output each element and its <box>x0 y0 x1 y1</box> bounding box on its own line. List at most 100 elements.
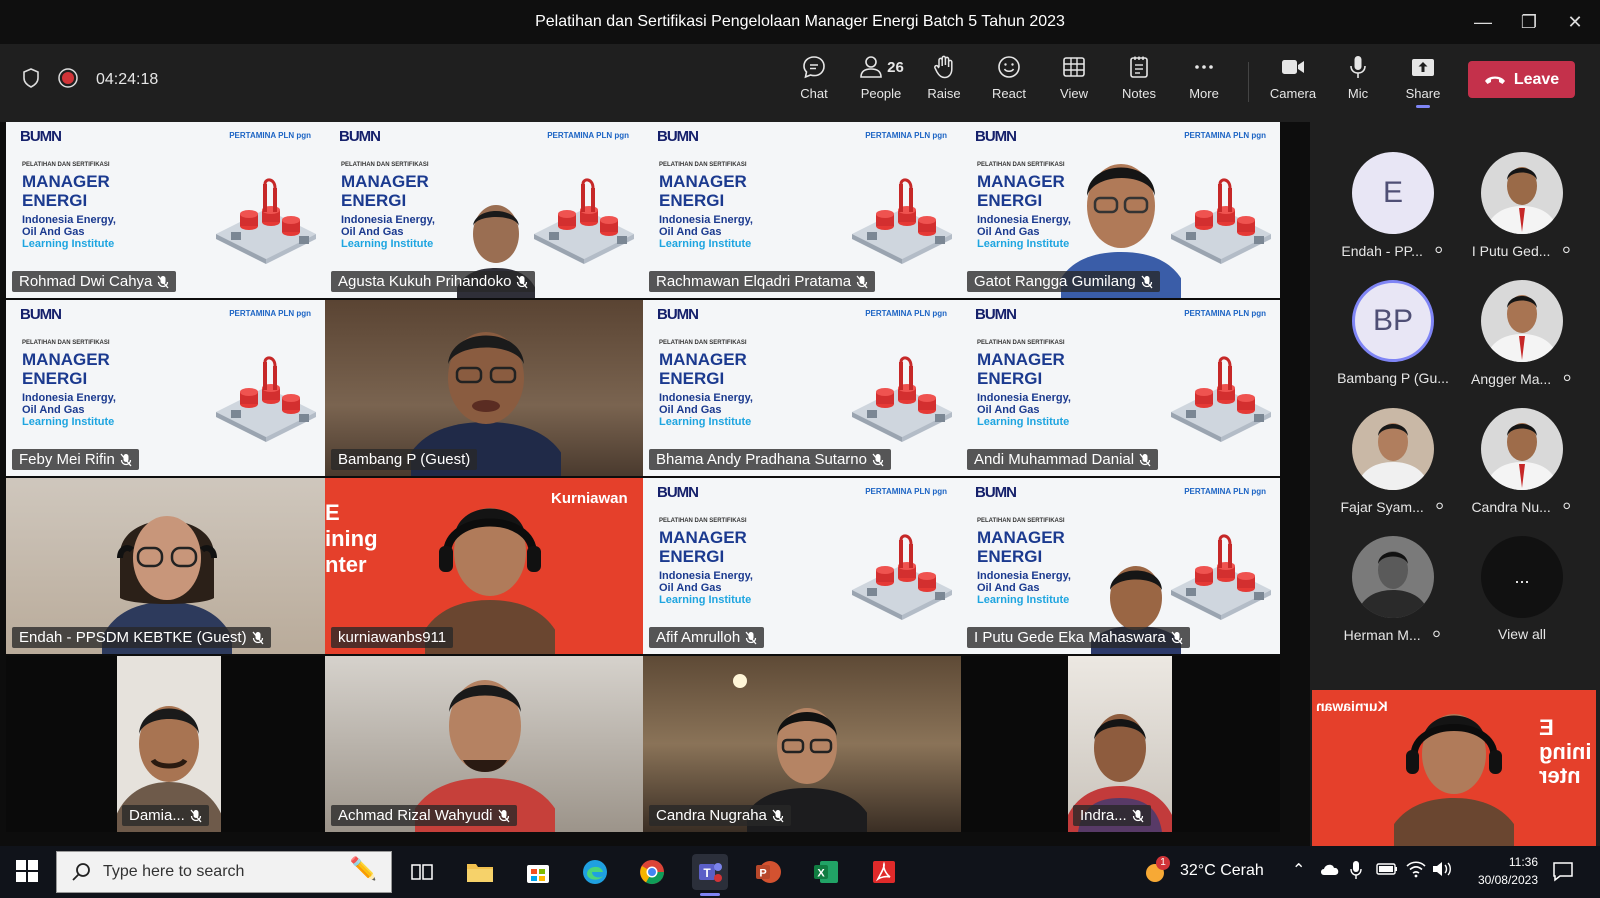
clock-time: 11:36 <box>1508 855 1538 869</box>
chevron-up-icon[interactable]: ⌃ <box>1292 860 1305 880</box>
self-view-video[interactable]: E ining nter Kurniawan <box>1312 690 1596 846</box>
video-tile-kurniawan[interactable]: E ining nter Kurniawan kurniawanbs911 <box>325 478 643 654</box>
hand-icon <box>934 55 953 79</box>
task-view-button[interactable] <box>404 854 440 890</box>
mic-button[interactable]: Mic <box>1327 54 1389 110</box>
slide-subtitle: Indonesia Energy, Oil And Gas Learning Ins… <box>659 392 753 428</box>
slide-heading: MANAGER ENERGI <box>22 350 110 388</box>
leave-button[interactable]: Leave <box>1468 61 1575 98</box>
video-tile-agusta[interactable]: BUMN PERTAMINA PLN pgn PELATIHAN DAN SER… <box>325 122 643 298</box>
slide-subtitle: Indonesia Energy, Oil And Gas Learning Ins… <box>977 214 1071 250</box>
refinery-illustration <box>852 534 952 620</box>
pdf-reader-taskbar-icon[interactable] <box>866 854 902 890</box>
pdf-icon <box>873 861 895 883</box>
mic-off-icon: ⚪ <box>1433 498 1446 514</box>
volume-icon[interactable] <box>1432 861 1452 882</box>
video-tile-afif[interactable]: BUMN PERTAMINA PLN pgn PELATIHAN DAN SER… <box>643 478 961 654</box>
avatar <box>1352 408 1434 490</box>
video-tile-rachmawan[interactable]: BUMN PERTAMINA PLN pgn PELATIHAN DAN SER… <box>643 122 961 298</box>
svg-text:X: X <box>817 868 825 880</box>
cloud-icon[interactable] <box>1320 862 1340 881</box>
slide-heading: MANAGER ENERGI <box>659 350 747 388</box>
excel-taskbar-icon[interactable]: X <box>808 854 844 890</box>
rail-participant-iputu[interactable]: I Putu Ged... ⚪ <box>1462 152 1582 259</box>
meeting-timer: 04:24:18 <box>96 71 159 88</box>
teams-taskbar-icon[interactable]: T <box>692 854 728 896</box>
video-tile-bambang[interactable]: Bambang P (Guest) <box>325 300 643 476</box>
slide-caption: PELATIHAN DAN SERTIFIKASI <box>659 162 747 168</box>
weather-text[interactable]: 32°C Cerah <box>1180 862 1264 880</box>
mic-off-icon: ⚪ <box>1432 242 1445 258</box>
more-button[interactable]: More <box>1173 54 1235 110</box>
slide-caption: PELATIHAN DAN SERTIFIKASI <box>977 162 1065 168</box>
avatar: BP <box>1352 280 1434 362</box>
view-label: View <box>1060 86 1088 101</box>
grid-icon <box>1063 57 1085 77</box>
notes-button[interactable]: Notes <box>1108 54 1170 110</box>
camera-icon <box>1282 60 1304 74</box>
chat-button[interactable]: Chat <box>783 54 845 110</box>
close-button[interactable]: ✕ <box>1552 0 1598 44</box>
rail-participant-herman[interactable]: Herman M... ⚪ <box>1333 536 1453 643</box>
video-tile-damia[interactable]: Damia... <box>6 656 325 832</box>
people-icon <box>860 56 882 78</box>
rail-participant-endah[interactable]: E Endah - PP... ⚪ <box>1333 152 1453 259</box>
rail-participant-angger[interactable]: Angger Ma... ⚪ <box>1462 280 1582 387</box>
window-title: Pelatihan dan Sertifikasi Pengelolaan Ma… <box>535 13 1065 30</box>
battery-icon[interactable] <box>1376 862 1398 881</box>
camera-button[interactable]: Camera <box>1262 54 1324 110</box>
edge-browser-icon <box>583 860 607 884</box>
restore-button[interactable]: ❐ <box>1506 0 1552 44</box>
video-tile-candra[interactable]: Candra Nugraha <box>643 656 961 832</box>
slide-subtitle: Indonesia Energy, Oil And Gas Learning Ins… <box>659 570 753 606</box>
participant-name: I Putu Gede Eka Mahaswara <box>967 627 1190 648</box>
video-tile-feby[interactable]: BUMN PERTAMINA PLN pgn PELATIHAN DAN SER… <box>6 300 325 476</box>
avatar <box>1481 152 1563 234</box>
file-explorer-taskbar-icon[interactable] <box>462 854 498 890</box>
rail-participant-fajar[interactable]: Fajar Syam... ⚪ <box>1333 408 1453 515</box>
video-tile-indra[interactable]: Indra... <box>961 656 1280 832</box>
search-placeholder: Type here to search <box>103 863 245 880</box>
rail-participant-bambang[interactable]: BP Bambang P (Gu... <box>1333 280 1453 386</box>
slide-subtitle: Indonesia Energy, Oil And Gas Learning Ins… <box>22 214 116 250</box>
windows-start-button[interactable] <box>16 860 38 887</box>
video-tile-rohmad[interactable]: BUMN PERTAMINA PLN pgn PELATIHAN DAN SER… <box>6 122 325 298</box>
bumn-logo: BUMN <box>339 128 381 145</box>
participant-name: Rohmad Dwi Cahya <box>12 271 177 292</box>
raise-label: Raise <box>927 86 961 101</box>
wifi-icon[interactable] <box>1406 860 1426 883</box>
slide-caption: PELATIHAN DAN SERTIFIKASI <box>341 162 429 168</box>
view-button[interactable]: View <box>1043 54 1105 110</box>
task-view-icon <box>411 864 433 880</box>
store-taskbar-icon[interactable] <box>520 854 556 890</box>
powerpoint-taskbar-icon[interactable]: P <box>750 854 786 890</box>
share-button[interactable]: Share <box>1392 54 1454 110</box>
microphone-icon[interactable] <box>1350 860 1362 885</box>
video-tile-achmad[interactable]: Achmad Rizal Wahyudi <box>325 656 643 832</box>
bumn-logo: BUMN <box>975 128 1017 145</box>
weather-icon[interactable]: 1 <box>1142 856 1170 886</box>
people-count: 26 <box>887 58 904 76</box>
raise-hand-button[interactable]: Raise <box>913 54 975 110</box>
view-all-button[interactable]: ... View all <box>1462 536 1582 642</box>
video-tile-iputu[interactable]: BUMN PERTAMINA PLN pgn PELATIHAN DAN SER… <box>961 478 1280 654</box>
folder-icon <box>467 864 493 882</box>
video-tile-gatot[interactable]: BUMN PERTAMINA PLN pgn PELATIHAN DAN SER… <box>961 122 1280 298</box>
avatar <box>1481 408 1563 490</box>
taskbar-search-box[interactable]: Type here to search ✏️ <box>56 851 392 893</box>
mic-off-icon <box>498 809 510 822</box>
mic-off-icon: ⚪ <box>1430 626 1443 642</box>
people-button[interactable]: 26 People <box>848 54 914 110</box>
chrome-taskbar-icon[interactable] <box>634 854 670 890</box>
video-tile-bhama[interactable]: BUMN PERTAMINA PLN pgn PELATIHAN DAN SER… <box>643 300 961 476</box>
taskbar-clock[interactable]: 11:36 30/08/2023 <box>1478 853 1538 889</box>
video-tile-andi[interactable]: BUMN PERTAMINA PLN pgn PELATIHAN DAN SER… <box>961 300 1280 476</box>
notifications-icon[interactable] <box>1552 860 1574 887</box>
rail-participant-candra[interactable]: Candra Nu... ⚪ <box>1462 408 1582 515</box>
microphone-icon <box>1350 56 1366 78</box>
react-button[interactable]: React <box>978 54 1040 110</box>
minimize-button[interactable]: — <box>1460 0 1506 44</box>
avatar <box>1352 536 1434 618</box>
video-tile-endah[interactable]: Endah - PPSDM KEBTKE (Guest) <box>6 478 325 654</box>
edge-taskbar-icon[interactable] <box>577 854 613 890</box>
